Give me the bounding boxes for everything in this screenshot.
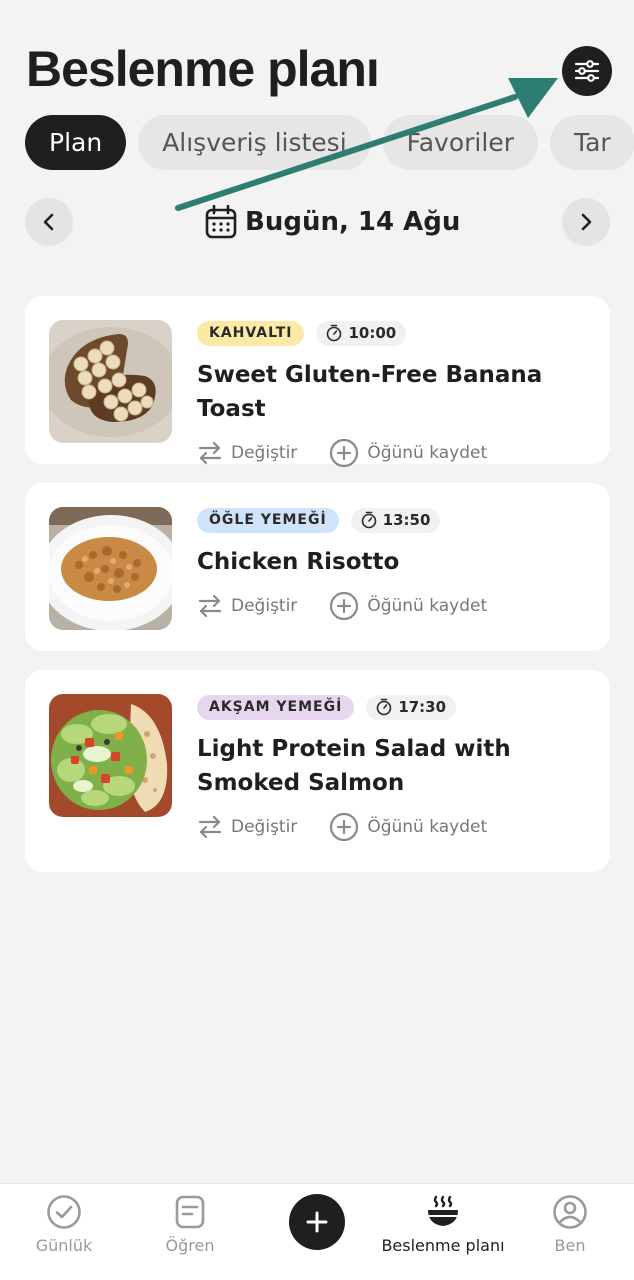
profile-icon: [553, 1195, 587, 1229]
swap-icon: [198, 815, 222, 839]
meal-time: 17:30: [398, 698, 447, 716]
nav-item-gunluk[interactable]: Günlük: [4, 1194, 124, 1264]
meal-image-banana-toast: [49, 320, 172, 443]
date-label: Bugün, 14 Ağu: [245, 207, 461, 237]
nav-item-ben[interactable]: Ben: [510, 1194, 630, 1264]
sliders-icon: [574, 60, 600, 82]
stopwatch-icon: [327, 324, 342, 342]
filter-button[interactable]: [562, 46, 612, 96]
header: Beslenme planı: [0, 0, 634, 110]
chevron-right-icon: [581, 213, 592, 231]
swap-meal-button[interactable]: Değiştir: [197, 814, 297, 840]
plus-circle-icon: [330, 591, 359, 621]
log-meal-button[interactable]: Öğünü kaydet: [329, 591, 487, 621]
meal-list: KAHVALTI 10:00 Sweet Gluten-Free Banana …: [25, 296, 610, 891]
note-icon: [175, 1195, 205, 1229]
tab-favorites[interactable]: Favoriler: [382, 115, 538, 170]
meal-title[interactable]: Sweet Gluten-Free Banana Toast: [197, 358, 590, 426]
meal-type-tag: KAHVALTI: [197, 320, 305, 346]
swap-label: Değiştir: [231, 817, 298, 837]
meal-image-chicken-risotto: [49, 507, 172, 630]
swap-meal-button[interactable]: Değiştir: [197, 593, 297, 619]
nav-label: Öğren: [165, 1236, 215, 1255]
log-meal-button[interactable]: Öğünü kaydet: [329, 812, 487, 842]
meal-card-breakfast[interactable]: KAHVALTI 10:00 Sweet Gluten-Free Banana …: [25, 296, 610, 468]
swap-label: Değiştir: [231, 596, 298, 616]
meal-card-lunch[interactable]: ÖĞLE YEMEĞİ 13:50 Chicken Risotto Değişt…: [25, 483, 610, 651]
stopwatch-icon: [377, 698, 392, 716]
meal-image-protein-salad: [49, 694, 172, 817]
nav-item-beslenme-plani[interactable]: Beslenme planı: [381, 1194, 505, 1264]
tab-shopping-list[interactable]: Alışveriş listesi: [138, 115, 371, 170]
tab-partial[interactable]: Tar: [549, 115, 634, 170]
nav-label: Beslenme planı: [381, 1236, 505, 1255]
add-button[interactable]: [289, 1194, 345, 1250]
meal-time-tag: 10:00: [316, 320, 407, 346]
chevron-left-icon: [43, 213, 54, 231]
log-meal-button[interactable]: Öğünü kaydet: [329, 438, 487, 468]
swap-icon: [198, 594, 222, 618]
log-label: Öğünü kaydet: [367, 443, 488, 463]
meal-time: 10:00: [348, 324, 397, 342]
calendar-icon: [205, 205, 237, 239]
date-navigator: Bugün, 14 Ağu: [25, 198, 610, 246]
check-circle-icon: [47, 1195, 81, 1229]
meal-title[interactable]: Light Protein Salad with Smoked Salmon: [197, 732, 590, 800]
meal-time-tag: 13:50: [350, 507, 441, 533]
nav-item-ogren[interactable]: Öğren: [130, 1194, 250, 1264]
meal-type-tag: AKŞAM YEMEĞİ: [197, 694, 355, 720]
nav-label: Ben: [554, 1236, 586, 1255]
swap-icon: [198, 441, 222, 465]
meal-time: 13:50: [382, 511, 431, 529]
plus-icon: [306, 1211, 328, 1233]
swap-label: Değiştir: [231, 443, 298, 463]
meal-type-tag: ÖĞLE YEMEĞİ: [197, 507, 339, 533]
bowl-icon: [428, 1195, 458, 1226]
stopwatch-icon: [361, 511, 376, 529]
bottom-navigation: Günlük Öğren Beslenme planı Ben: [0, 1183, 634, 1280]
log-label: Öğünü kaydet: [367, 596, 488, 616]
plus-circle-icon: [330, 438, 359, 468]
date-display[interactable]: Bugün, 14 Ağu: [205, 204, 460, 240]
meal-card-dinner[interactable]: AKŞAM YEMEĞİ 17:30 Light Protein Salad w…: [25, 670, 610, 872]
nav-label: Günlük: [35, 1236, 93, 1255]
tab-bar: Plan Alışveriş listesi Favoriler Tar: [25, 115, 634, 170]
meal-time-tag: 17:30: [366, 694, 457, 720]
next-day-button[interactable]: [562, 198, 610, 246]
page-title: Beslenme planı: [26, 41, 380, 97]
swap-meal-button[interactable]: Değiştir: [197, 440, 297, 466]
log-label: Öğünü kaydet: [367, 817, 488, 837]
tab-plan[interactable]: Plan: [25, 115, 127, 170]
plus-circle-icon: [330, 812, 359, 842]
previous-day-button[interactable]: [25, 198, 73, 246]
meal-title[interactable]: Chicken Risotto: [197, 545, 590, 579]
